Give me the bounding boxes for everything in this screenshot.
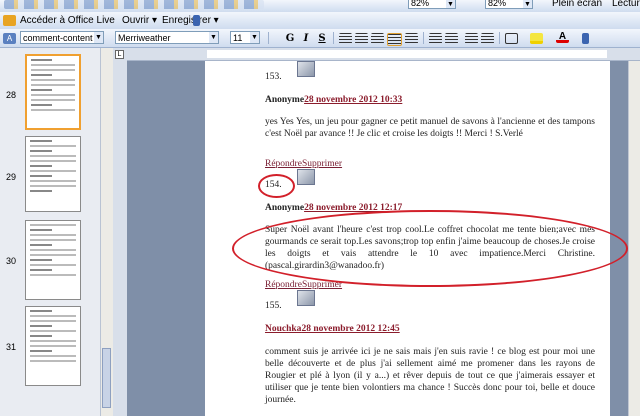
separator bbox=[499, 32, 500, 44]
thumb-label: 29 bbox=[6, 172, 17, 182]
comment-author: Anonyme28 novembre 2012 10:33 bbox=[265, 95, 403, 105]
annotation-oval bbox=[232, 210, 628, 287]
fullscreen-button[interactable]: Plein écran bbox=[552, 0, 602, 11]
thumb-label: 28 bbox=[6, 90, 17, 100]
delete-link[interactable]: Supprimer bbox=[302, 159, 342, 169]
italic-button[interactable]: I bbox=[299, 32, 313, 45]
document-area: 153. Anonyme28 novembre 2012 10:33 yes Y… bbox=[127, 61, 640, 416]
reply-link[interactable]: Répondre bbox=[265, 280, 302, 290]
separator bbox=[423, 32, 424, 44]
decrease-indent-icon[interactable] bbox=[465, 33, 478, 44]
font-color-icon[interactable]: A bbox=[556, 32, 569, 43]
horizontal-ruler bbox=[127, 48, 640, 61]
separator bbox=[333, 32, 334, 44]
comment-number: 155. bbox=[265, 301, 282, 311]
highlight-icon[interactable] bbox=[530, 33, 543, 44]
styles-icon[interactable]: A bbox=[3, 33, 16, 44]
open-menu-button[interactable]: Ouvrir ▾ bbox=[122, 13, 157, 28]
read-button[interactable]: Lecture bbox=[612, 0, 640, 11]
align-right-icon[interactable] bbox=[371, 33, 384, 44]
tab-selector-icon[interactable]: L bbox=[115, 50, 124, 59]
office-live-icon bbox=[3, 15, 16, 26]
document-scrollbar[interactable] bbox=[628, 61, 640, 416]
save-menu-button[interactable]: Enregistrer ▾ bbox=[162, 13, 219, 28]
office-live-toolbar: Accéder à Office Live Ouvrir ▾ Enregistr… bbox=[0, 12, 640, 30]
comment-date-link[interactable]: 28 novembre 2012 10:33 bbox=[304, 95, 402, 105]
increase-indent-icon[interactable] bbox=[481, 33, 494, 44]
font-select[interactable]: Merriweather ▼ bbox=[115, 31, 219, 44]
underline-button[interactable]: S bbox=[315, 32, 329, 45]
zoom-select-1[interactable]: 82% ▼ bbox=[408, 0, 456, 9]
avatar bbox=[297, 290, 315, 306]
size-select[interactable]: 11 ▼ bbox=[230, 31, 260, 44]
toolbar-options-icon[interactable] bbox=[193, 15, 200, 26]
justify-icon[interactable] bbox=[387, 33, 402, 46]
thumbnail-pane: 28 29 30 31 bbox=[0, 48, 100, 416]
annotation-circle bbox=[258, 174, 295, 198]
formatting-toolbar: A comment-content + M ▼ Merriweather ▼ 11 ▼… bbox=[0, 29, 640, 48]
thumbnail-scrollbar[interactable] bbox=[100, 48, 113, 416]
separator bbox=[268, 32, 269, 44]
thumbnail-page[interactable] bbox=[25, 220, 81, 300]
thumbnail-page[interactable] bbox=[25, 136, 81, 212]
office-live-button[interactable]: Accéder à Office Live bbox=[20, 13, 115, 28]
avatar bbox=[297, 169, 315, 185]
ruler-text-area bbox=[207, 50, 607, 58]
reply-link[interactable]: Répondre bbox=[265, 159, 302, 169]
comment-number: 153. bbox=[265, 72, 282, 82]
zoom-select-2[interactable]: 82% ▼ bbox=[485, 0, 533, 9]
style-select[interactable]: comment-content + M ▼ bbox=[20, 31, 104, 44]
thumbnail-page[interactable] bbox=[25, 306, 81, 386]
thumb-label: 31 bbox=[6, 342, 17, 352]
toolbar-icon-strip[interactable] bbox=[4, 0, 264, 9]
comment-body: comment suis je arrivée ici je ne sais m… bbox=[265, 347, 595, 405]
bold-button[interactable]: G bbox=[283, 32, 297, 45]
toolbar-options-icon[interactable] bbox=[582, 33, 589, 44]
align-center-icon[interactable] bbox=[355, 33, 368, 44]
line-spacing-icon[interactable] bbox=[405, 33, 418, 44]
avatar bbox=[297, 61, 315, 77]
border-icon[interactable] bbox=[505, 33, 518, 44]
thumb-label: 30 bbox=[6, 256, 17, 266]
thumbnail-page[interactable] bbox=[25, 54, 81, 130]
comment-body: yes Yes Yes, un jeu pour gagner ce petit… bbox=[265, 117, 595, 139]
scroll-thumb[interactable] bbox=[102, 348, 111, 408]
numbered-list-icon[interactable] bbox=[429, 33, 442, 44]
align-left-icon[interactable] bbox=[339, 33, 352, 44]
comment-date-link[interactable]: 28 novembre 2012 12:45 bbox=[301, 324, 399, 334]
bulleted-list-icon[interactable] bbox=[445, 33, 458, 44]
comment-author: Nouchka28 novembre 2012 12:45 bbox=[265, 324, 400, 334]
vertical-ruler: L bbox=[113, 48, 128, 416]
